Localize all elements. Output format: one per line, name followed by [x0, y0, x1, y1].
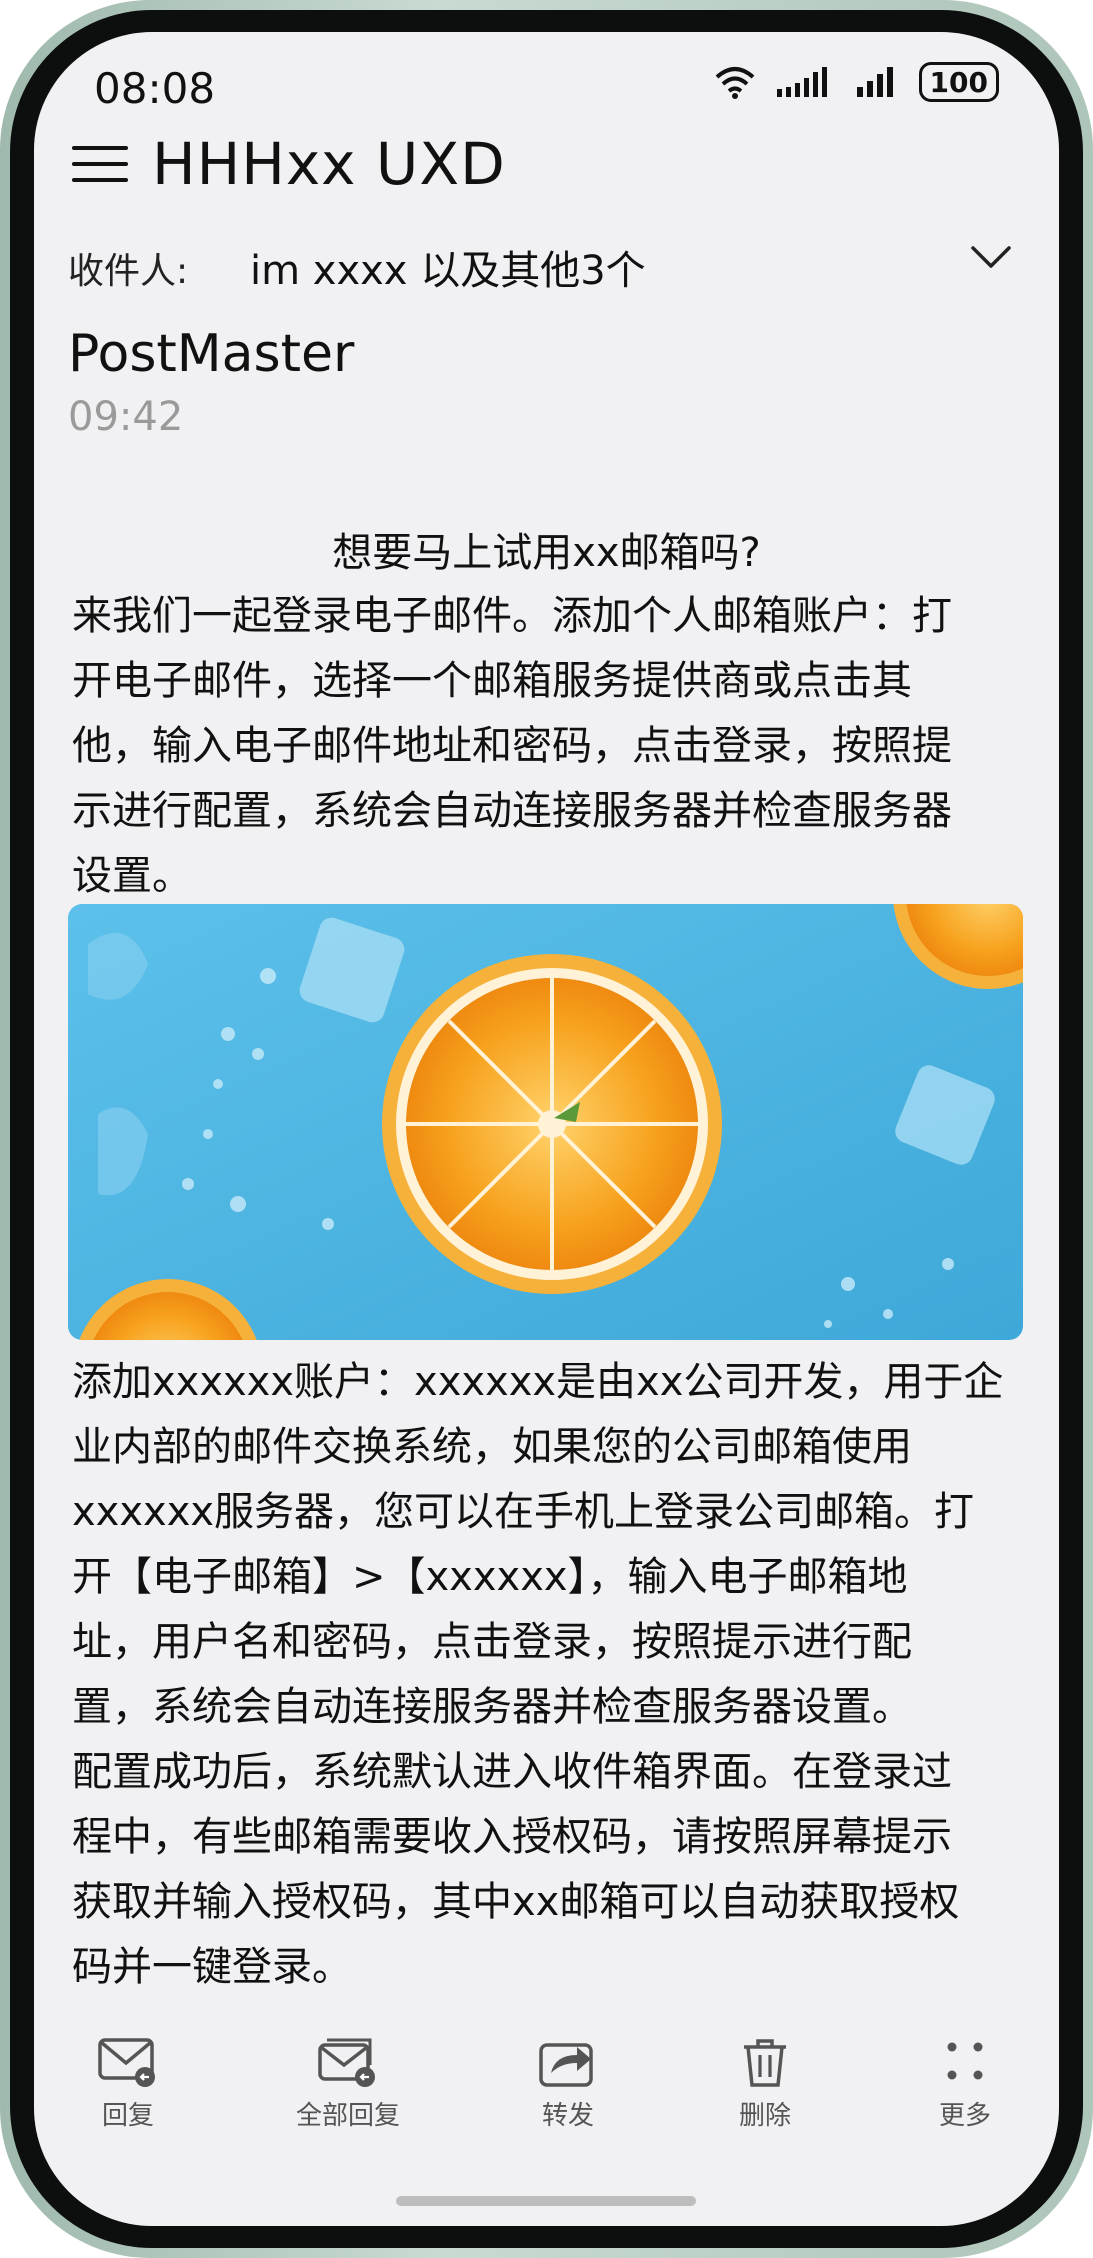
- wifi-icon: [715, 67, 754, 99]
- paragraph-line: 来我们一起登录电子邮件。添加个人邮箱账户：打: [72, 593, 952, 639]
- paragraph-line: 开【电子邮箱】>【xxxxxx】，输入电子邮箱地: [72, 1554, 908, 1600]
- reply-button[interactable]: 回复: [48, 2035, 208, 2132]
- chevron-down-icon[interactable]: [969, 242, 1013, 272]
- paragraph-line: 添加xxxxxx账户：xxxxxx是由xx公司开发，用于企: [72, 1359, 1004, 1405]
- home-indicator[interactable]: [396, 2196, 696, 2206]
- paragraph-line: 码并一键登录。: [72, 1944, 352, 1990]
- more-button[interactable]: 更多: [885, 2035, 1045, 2132]
- delete-label: 删除: [738, 2101, 791, 2131]
- paragraph-line: 配置成功后，系统默认进入收件箱界面。在登录过: [72, 1749, 952, 1795]
- reply-label: 回复: [101, 2101, 154, 2131]
- sender-name[interactable]: PostMaster: [68, 324, 354, 384]
- paragraph-line: 设置。: [72, 853, 192, 899]
- message-time: 09:42: [68, 394, 184, 440]
- page-title: HHHxx UXD: [152, 130, 506, 198]
- paragraph-line: 开电子邮件，选择一个邮箱服务提供商或点击其: [72, 658, 912, 704]
- bottom-toolbar: 回复 全部回复 转发 删除 更多: [34, 2035, 1059, 2155]
- recipients-label: 收件人:: [68, 251, 189, 292]
- reply-all-label: 全部回复: [295, 2101, 400, 2131]
- signal-icon-2: [856, 67, 893, 97]
- forward-icon: [539, 2043, 593, 2087]
- status-icons: 100: [713, 62, 999, 102]
- battery-indicator: 100: [918, 62, 999, 102]
- paragraph-line: 获取并输入授权码，其中xx邮箱可以自动获取授权: [72, 1879, 960, 1925]
- more-icon: [947, 2042, 983, 2080]
- more-label: 更多: [938, 2101, 991, 2131]
- reply-all-icon: [318, 2038, 375, 2087]
- paragraph-line: xxxxxx服务器，您可以在手机上登录公司邮箱。打: [72, 1489, 975, 1535]
- forward-label: 转发: [541, 2101, 594, 2131]
- message-paragraph-2: 添加xxxxxx账户：xxxxxx是由xx公司开发，用于企 业内部的邮件交换系统…: [72, 1350, 1022, 2000]
- orange-slices-image: [68, 904, 1023, 1340]
- message-image[interactable]: [68, 904, 1023, 1340]
- reply-icon: [98, 2038, 155, 2087]
- reply-all-button[interactable]: 全部回复: [268, 2035, 428, 2132]
- paragraph-line: 程中，有些邮箱需要收入授权码，请按照屏幕提示: [72, 1814, 952, 1860]
- message-paragraph-1: 来我们一起登录电子邮件。添加个人邮箱账户：打 开电子邮件，选择一个邮箱服务提供商…: [72, 584, 1022, 909]
- paragraph-line: 业内部的邮件交换系统，如果您的公司邮箱使用: [72, 1424, 912, 1470]
- message-subject: 想要马上试用xx邮箱吗?: [332, 530, 761, 576]
- paragraph-line: 置，系统会自动连接服务器并检查服务器设置。: [72, 1684, 912, 1730]
- signal-icon: [776, 67, 827, 97]
- trash-icon: [744, 2039, 786, 2087]
- forward-button[interactable]: 转发: [488, 2035, 648, 2132]
- recipients-value[interactable]: im xxxx 以及其他3个: [250, 238, 646, 296]
- screen: 08:08 100 HHHxx UXD 收件人: im xxxx 以及其他3个 …: [34, 32, 1059, 2226]
- paragraph-line: 址，用户名和密码，点击登录，按照提示进行配: [72, 1619, 912, 1665]
- menu-icon[interactable]: [72, 142, 128, 186]
- status-time: 08:08: [94, 64, 216, 113]
- paragraph-line: 他，输入电子邮件地址和密码，点击登录，按照提: [72, 723, 952, 769]
- delete-button[interactable]: 删除: [685, 2035, 845, 2132]
- paragraph-line: 示进行配置，系统会自动连接服务器并检查服务器: [72, 788, 952, 834]
